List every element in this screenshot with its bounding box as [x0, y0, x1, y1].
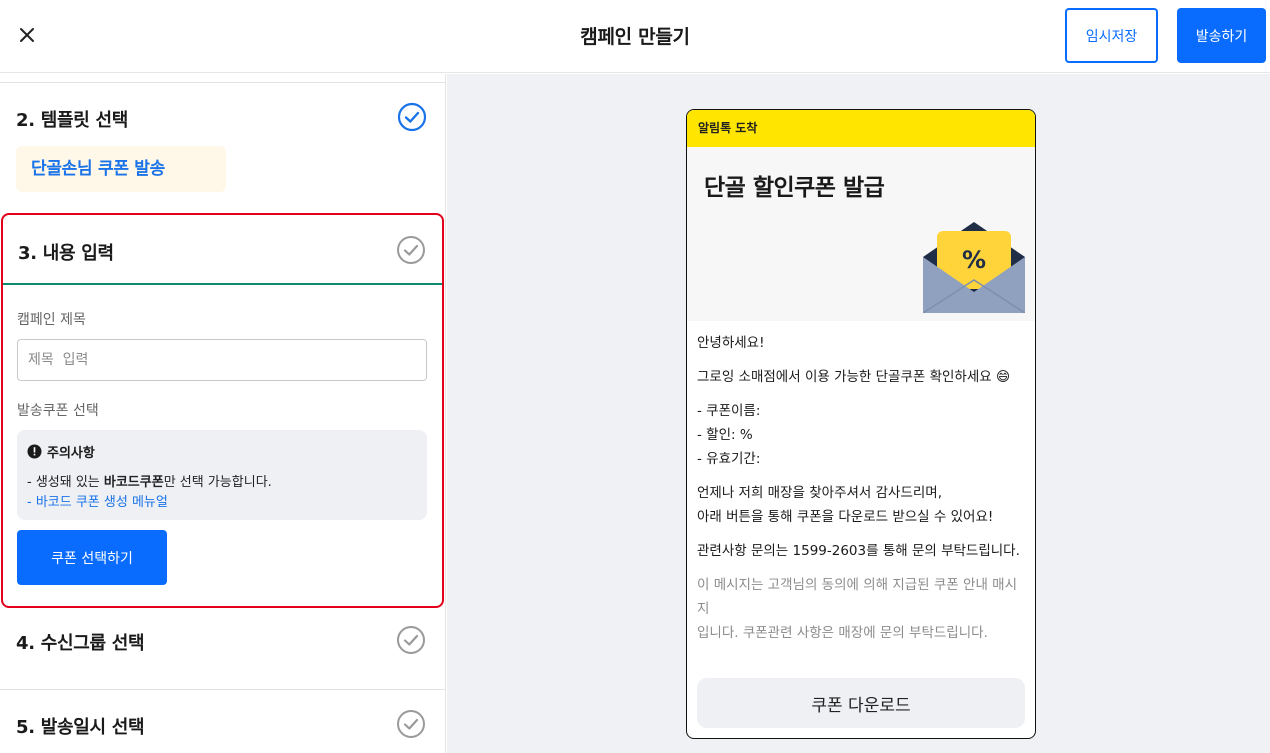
kakao-header: 알림톡 도착	[687, 110, 1035, 147]
disclaimer-text-1: 이 메시지는 고객님의 동의에 의해 지급된 쿠폰 안내 매시지	[697, 577, 1017, 617]
divider	[0, 82, 445, 83]
step-template-title[interactable]: 2. 템플릿 선택	[16, 106, 128, 132]
disclaimer-text-2: 입니다. 쿠폰관련 사항은 매장에 문의 부탁드립니다.	[697, 625, 988, 641]
selected-template-chip[interactable]: 단골손님 쿠폰 발송	[16, 146, 226, 192]
campaign-title-input[interactable]	[17, 339, 427, 381]
divider	[0, 689, 445, 690]
thanks-text-1: 언제나 저희 매장을 찾아주셔서 감사드리며,	[697, 485, 943, 501]
discount-text: - 할인: %	[697, 427, 753, 443]
step-recipients-title[interactable]: 4. 수신그룹 선택	[16, 629, 145, 655]
thanks-text-2: 아래 버튼을 통해 쿠폰을 다운로드 받으실 수 있어요!	[697, 509, 994, 525]
check-circle-icon	[397, 102, 427, 132]
greeting-text: 안녕하세요!	[697, 335, 765, 351]
step-content-title[interactable]: 3. 내용 입력	[18, 239, 114, 265]
campaign-title-label: 캠페인 제목	[17, 312, 86, 328]
step-schedule-title[interactable]: 5. 발송일시 선택	[16, 713, 145, 739]
coupon-name-text: - 쿠폰이름:	[697, 403, 761, 419]
coupon-download-button[interactable]: 쿠폰 다운로드	[697, 678, 1025, 728]
message-preview: 알림톡 도착 단골 할인쿠폰 발급 % 안녕하세요! 그로잉 소매점에서 이용 …	[686, 109, 1036, 739]
notice-bold-text: 바코드쿠폰	[103, 475, 164, 490]
notice-header: 주의사항	[27, 442, 95, 461]
notice-box: 주의사항 - 생성돼 있는 바코드쿠폰만 선택 가능합니다. - 바코드 쿠폰 …	[17, 430, 427, 520]
envelope-symbol: %	[962, 246, 986, 274]
send-button[interactable]: 발송하기	[1177, 8, 1266, 63]
content-input-section: 3. 내용 입력 캠페인 제목 발송쿠폰 선택 주의사항 - 생성돼 있는 바코…	[1, 213, 444, 608]
preview-panel: 알림톡 도착 단골 할인쿠폰 발급 % 안녕하세요! 그로잉 소매점에서 이용 …	[447, 74, 1270, 753]
contact-text: 관련사항 문의는 1599-2603를 통해 문의 부탁드립니다.	[697, 543, 1020, 559]
check-circle-outline-icon	[397, 710, 425, 738]
notice-text: - 생성돼 있는 바코드쿠폰만 선택 가능합니다.	[27, 475, 272, 490]
coupon-envelope-icon: %	[923, 222, 1025, 313]
check-circle-outline-icon	[397, 626, 425, 654]
check-circle-outline-icon	[397, 236, 425, 264]
banner-title: 단골 할인쿠폰 발급	[704, 175, 885, 201]
alert-icon	[27, 444, 42, 459]
save-draft-button[interactable]: 임시저장	[1065, 8, 1158, 63]
intro-text: 그로잉 소매점에서 이용 가능한 단골쿠폰 확인하세요 😄	[697, 369, 1011, 385]
header: 캠페인 만들기 임시저장 발송하기	[0, 0, 1270, 73]
barcode-coupon-manual-link[interactable]: - 바코드 쿠폰 생성 메뉴얼	[27, 491, 168, 510]
message-body: 안녕하세요! 그로잉 소매점에서 이용 가능한 단골쿠폰 확인하세요 😄 - 쿠…	[687, 321, 1035, 645]
campaign-form-panel: 2. 템플릿 선택 단골손님 쿠폰 발송 3. 내용 입력 캠페인 제목 발송쿠…	[0, 74, 446, 753]
message-banner: 단골 할인쿠폰 발급 %	[687, 147, 1035, 321]
notice-title: 주의사항	[47, 446, 95, 461]
select-coupon-button[interactable]: 쿠폰 선택하기	[17, 530, 167, 585]
validity-text: - 유효기간:	[697, 451, 761, 467]
active-step-underline	[3, 283, 442, 285]
coupon-select-label: 발송쿠폰 선택	[17, 403, 99, 419]
